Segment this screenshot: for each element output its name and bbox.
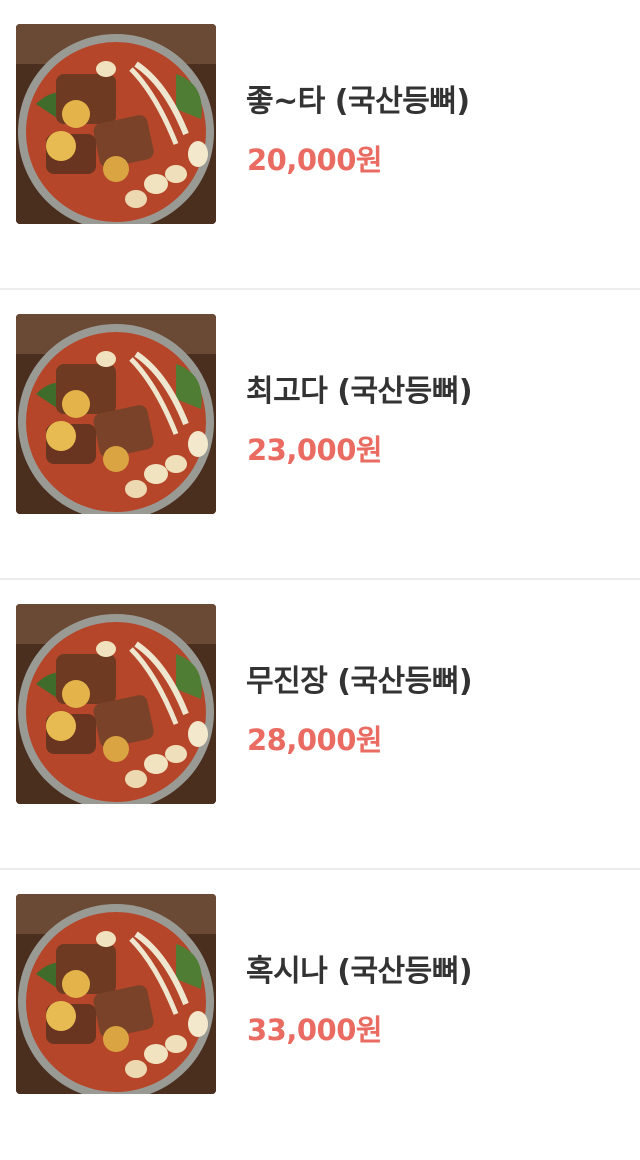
menu-item-name: 좋~타 (국산등뼈) (246, 84, 470, 119)
menu-item-name: 최고다 (국산등뼈) (246, 374, 473, 409)
menu-item-photo (16, 24, 216, 224)
menu-item-price: 20,000원 (247, 143, 383, 177)
menu-item-photo (16, 314, 216, 514)
menu-item-price: 23,000원 (247, 433, 383, 467)
menu-item-name: 무진장 (국산등뼈) (246, 664, 473, 699)
menu-item[interactable]: 좋~타 (국산등뼈) 20,000원 (0, 0, 640, 290)
menu-item-photo (16, 604, 216, 804)
menu-item-name: 혹시나 (국산등뼈) (246, 954, 473, 989)
menu-item[interactable]: 최고다 (국산등뼈) 23,000원 (0, 290, 640, 580)
menu-item[interactable]: 무진장 (국산등뼈) 28,000원 (0, 580, 640, 870)
menu-item-price: 33,000원 (247, 1013, 383, 1047)
menu-item-price: 28,000원 (247, 723, 383, 757)
menu-item-photo (16, 894, 216, 1094)
menu-item[interactable]: 혹시나 (국산등뼈) 33,000원 (0, 870, 640, 1160)
menu-list: 좋~타 (국산등뼈) 20,000원 최고다 (국산등뼈) 23,000원 무진… (0, 0, 640, 1160)
